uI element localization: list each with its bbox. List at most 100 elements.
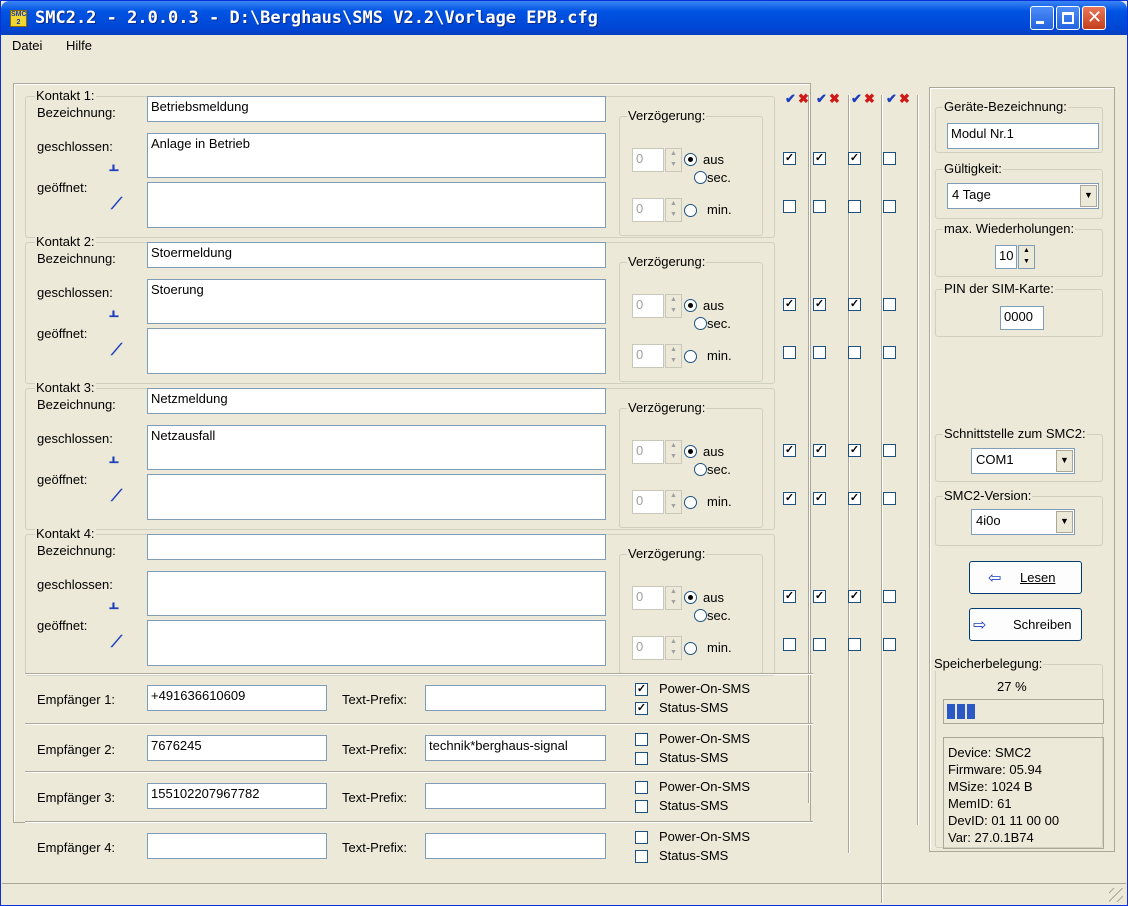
closed-notify-checkbox[interactable]: ✓ [783,152,796,165]
text-prefix-field[interactable] [425,685,606,711]
delay-open-field[interactable]: 0 [632,490,664,514]
read-button[interactable]: ⇦ Lesen [969,561,1082,594]
delay-open-field[interactable]: 0 [632,636,664,660]
closed-notify-checkbox[interactable]: ✓ [848,152,861,165]
closed-notify-checkbox[interactable]: ✓ [848,298,861,311]
closed-notify-checkbox[interactable]: ✓ [813,444,826,457]
delay-open-field[interactable]: 0 [632,198,664,222]
delay-closed-spinner[interactable]: ▲ ▼ [665,148,682,172]
open-notify-checkbox[interactable] [883,492,896,505]
max-repeat-spinner[interactable]: ▲ ▼ [1018,245,1035,269]
validity-select[interactable]: 4 Tage ▼ [947,183,1099,209]
closed-notify-checkbox[interactable]: ✓ [848,444,861,457]
delay-closed-spinner[interactable]: ▲ ▼ [665,294,682,318]
recipient-number-field[interactable]: 7676245 [147,735,327,761]
open-notify-checkbox[interactable]: ✓ [848,492,861,505]
closed-notify-checkbox[interactable]: ✓ [783,298,796,311]
closed-notify-checkbox[interactable]: ✓ [813,152,826,165]
power-on-sms-checkbox[interactable]: ✓ [635,683,648,696]
open-notify-checkbox[interactable]: ✓ [813,492,826,505]
pin-field[interactable]: 0000 [1000,306,1044,330]
power-on-sms-checkbox[interactable] [635,781,648,794]
closed-message-field[interactable]: Stoerung [147,279,606,324]
recipient-number-field[interactable]: +491636610609 [147,685,327,711]
delay-closed-spinner[interactable]: ▲ ▼ [665,440,682,464]
open-notify-checkbox[interactable] [783,346,796,359]
closed-notify-checkbox[interactable]: ✓ [813,298,826,311]
contact-name-field[interactable] [147,534,606,560]
radio-sec[interactable] [694,463,707,476]
radio-min[interactable] [684,496,697,509]
status-sms-checkbox[interactable] [635,752,648,765]
closed-message-field[interactable] [147,571,606,616]
delay-open-spinner[interactable]: ▲ ▼ [665,198,682,222]
power-on-sms-checkbox[interactable] [635,733,648,746]
delay-open-spinner[interactable]: ▲ ▼ [665,344,682,368]
contact-name-field[interactable]: Betriebsmeldung [147,96,606,122]
delay-closed-spinner[interactable]: ▲ ▼ [665,586,682,610]
open-notify-checkbox[interactable] [813,346,826,359]
status-sms-checkbox[interactable] [635,850,648,863]
resize-grip-icon[interactable] [1109,888,1123,902]
radio-aus[interactable] [684,445,697,458]
delay-closed-field[interactable]: 0 [632,294,664,318]
radio-min[interactable] [684,642,697,655]
open-notify-checkbox[interactable] [848,200,861,213]
power-on-sms-checkbox[interactable] [635,831,648,844]
device-name-field[interactable]: Modul Nr.1 [947,123,1099,149]
closed-notify-checkbox[interactable] [883,444,896,457]
radio-sec[interactable] [694,171,707,184]
chevron-down-icon[interactable]: ▼ [1056,450,1073,472]
max-repeat-field[interactable]: 10 [995,245,1017,269]
open-notify-checkbox[interactable] [848,638,861,651]
open-notify-checkbox[interactable] [783,200,796,213]
open-notify-checkbox[interactable] [813,200,826,213]
write-button[interactable]: ⇨ Schreiben [969,608,1082,641]
closed-notify-checkbox[interactable]: ✓ [783,444,796,457]
status-sms-checkbox[interactable] [635,800,648,813]
text-prefix-field[interactable]: technik*berghaus-signal [425,735,606,761]
menu-datei[interactable]: Datei [12,38,42,53]
interface-select[interactable]: COM1 ▼ [971,448,1075,474]
version-select[interactable]: 4i0o ▼ [971,509,1075,535]
radio-sec[interactable] [694,609,707,622]
open-message-field[interactable] [147,328,606,374]
open-message-field[interactable] [147,474,606,520]
open-notify-checkbox[interactable]: ✓ [783,492,796,505]
closed-notify-checkbox[interactable]: ✓ [813,590,826,603]
closed-notify-checkbox[interactable] [883,152,896,165]
radio-aus[interactable] [684,299,697,312]
contact-name-field[interactable]: Netzmeldung [147,388,606,414]
minimize-button[interactable] [1030,6,1054,30]
radio-sec[interactable] [694,317,707,330]
status-sms-checkbox[interactable]: ✓ [635,702,648,715]
recipient-number-field[interactable] [147,833,327,859]
menu-hilfe[interactable]: Hilfe [66,38,92,53]
text-prefix-field[interactable] [425,783,606,809]
recipient-number-field[interactable]: 155102207967782 [147,783,327,809]
closed-notify-checkbox[interactable] [883,590,896,603]
closed-message-field[interactable]: Anlage in Betrieb [147,133,606,178]
delay-closed-field[interactable]: 0 [632,148,664,172]
open-message-field[interactable] [147,182,606,228]
open-notify-checkbox[interactable] [848,346,861,359]
delay-closed-field[interactable]: 0 [632,586,664,610]
delay-open-spinner[interactable]: ▲ ▼ [665,636,682,660]
closed-message-field[interactable]: Netzausfall [147,425,606,470]
radio-min[interactable] [684,350,697,363]
open-notify-checkbox[interactable] [813,638,826,651]
chevron-down-icon[interactable]: ▼ [1056,511,1073,533]
title-bar[interactable]: SMC 2 SMC2.2 - 2.0.0.3 - D:\Berghaus\SMS … [1,1,1127,35]
radio-min[interactable] [684,204,697,217]
closed-notify-checkbox[interactable]: ✓ [783,590,796,603]
open-notify-checkbox[interactable] [783,638,796,651]
open-notify-checkbox[interactable] [883,638,896,651]
delay-open-field[interactable]: 0 [632,344,664,368]
closed-notify-checkbox[interactable]: ✓ [848,590,861,603]
closed-notify-checkbox[interactable] [883,298,896,311]
radio-aus[interactable] [684,153,697,166]
chevron-down-icon[interactable]: ▼ [1080,185,1097,207]
open-notify-checkbox[interactable] [883,346,896,359]
close-button[interactable]: ✕ [1082,6,1106,30]
maximize-button[interactable] [1056,6,1080,30]
